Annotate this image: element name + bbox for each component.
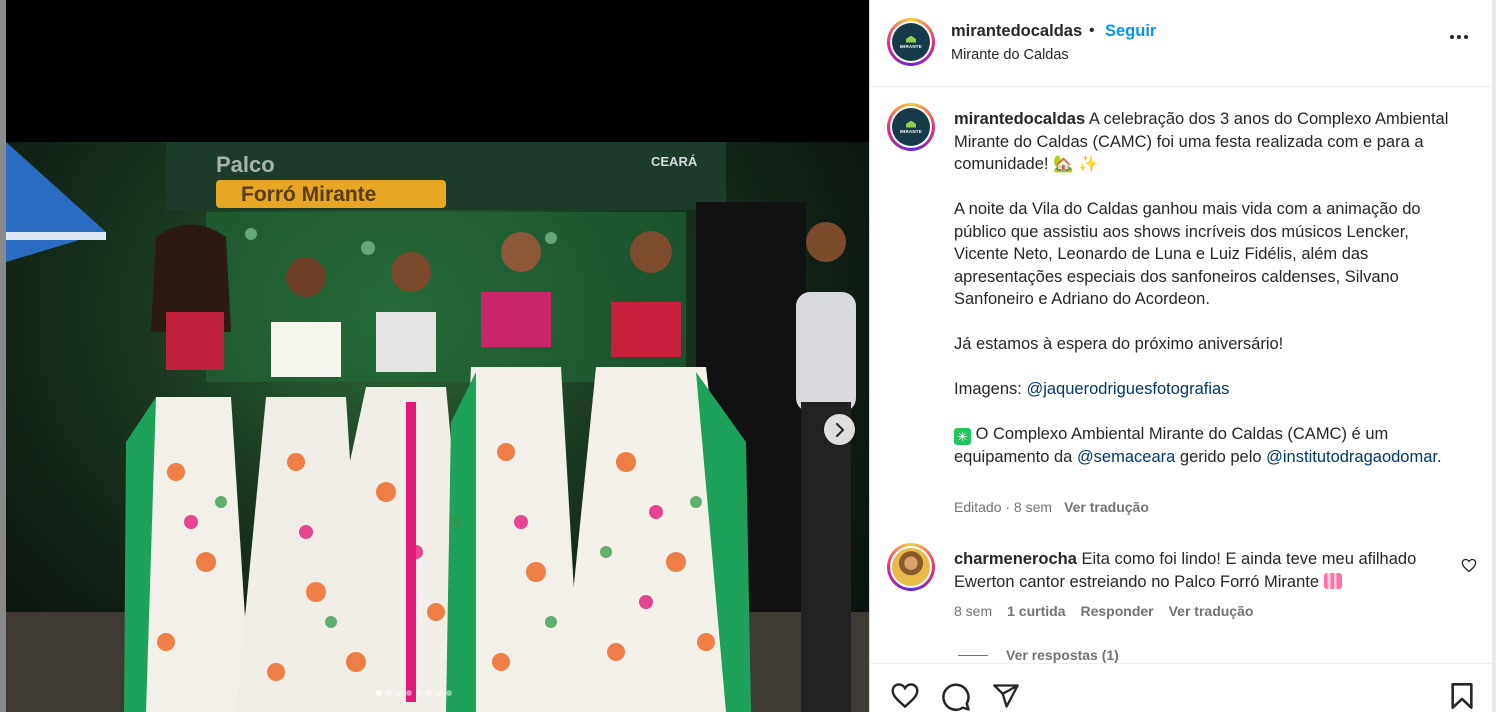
caption-author-avatar[interactable]: MIRANTE [887,103,935,151]
comment-reply-button[interactable]: Responder [1080,603,1153,619]
commenter-avatar[interactable] [887,543,935,591]
post-media: Palco Forró Mirante CEARÁ [0,0,869,712]
comment-time: 8 sem [954,603,993,619]
mention-institute[interactable]: @institutodragaodomar [1266,448,1437,466]
more-options-button[interactable] [1450,35,1468,39]
author-avatar[interactable]: MIRANTE [887,18,935,66]
save-button[interactable] [1450,682,1474,712]
mention-photographer[interactable]: @jaquerodriguesfotografias [1026,380,1229,398]
carousel-dot [406,690,412,696]
carousel-next-button[interactable] [824,414,855,445]
share-button[interactable] [992,682,1020,712]
window-scrollbar[interactable] [1492,0,1496,712]
caption-paragraph-1: mirantedocaldas A celebração dos 3 anos … [954,110,1449,173]
caption-translate-link[interactable]: Ver tradução [1064,499,1149,515]
follow-button[interactable]: Seguir [1105,22,1156,41]
paper-plane-icon [993,684,1019,708]
commenter-username[interactable]: charmenerocha [954,550,1077,568]
carousel-dot [396,690,402,696]
caption-paragraph-2: A noite da Vila do Caldas ganhou mais vi… [954,200,1421,308]
caption-username[interactable]: mirantedocaldas [954,110,1085,128]
photo-illustration: Palco Forró Mirante CEARÁ [6,142,869,712]
comment-translate-link[interactable]: Ver tradução [1169,603,1254,619]
stage-sign-partner: CEARÁ [651,154,698,169]
separator-dot: • [1089,22,1095,39]
view-replies-button[interactable]: Ver respostas (1) [958,647,1119,663]
comment-bubble-icon [942,683,970,711]
mention-semace[interactable]: @semaceara [1077,448,1175,466]
replies-divider [958,654,988,656]
avatar-brand: MIRANTE [900,43,922,49]
like-button[interactable] [890,682,920,712]
author-username[interactable]: mirantedocaldas [951,22,1082,41]
caption-paragraph-5: ✳ O Complexo Ambiental Mirante do Caldas… [954,425,1442,466]
carousel-dot [416,690,422,696]
more-dots-icon [1450,35,1454,39]
comment-body: charmenerocha Eita como foi lindo! E ain… [954,550,1417,591]
post-header: MIRANTE mirantedocaldas • Seguir Mirante… [870,0,1493,87]
comment-button[interactable] [941,682,971,712]
heart-icon [891,683,919,709]
chevron-right-icon [835,422,844,437]
carousel-dot [386,690,392,696]
carousel-dots [376,690,452,696]
post-photo[interactable]: Palco Forró Mirante CEARÁ [6,142,869,712]
carousel-dot [446,690,452,696]
comment-like-button[interactable] [1461,558,1477,578]
heart-icon [1461,558,1477,573]
caption-meta: Editado · 8 sem Ver tradução [954,499,1149,515]
post-details-panel: MIRANTE mirantedocaldas • Seguir Mirante… [869,0,1496,712]
sparkle-icon: ✳ [954,428,971,445]
carousel-dot [426,690,432,696]
carousel-dot [436,690,442,696]
accordion-emoji-icon [1323,572,1342,589]
post-actions-bar [870,663,1493,712]
caption-paragraph-3: Já estamos à espera do próximo aniversár… [954,335,1284,353]
comments-section[interactable]: MIRANTE mirantedocaldas A celebração dos… [870,88,1493,663]
caption-body: mirantedocaldas A celebração dos 3 anos … [954,108,1454,468]
bookmark-icon [1451,683,1473,709]
caption-paragraph-4: Imagens: @jaquerodriguesfotografias [954,380,1230,398]
caption-edited-time: Editado · 8 sem [954,499,1053,515]
carousel-dot [376,690,382,696]
house-logo-icon [906,120,916,128]
stage-sign-title: Palco [216,152,275,177]
comment-meta: 8 sem 1 curtida Responder Ver tradução [954,603,1253,619]
house-logo-icon [906,35,916,43]
comment-likes[interactable]: 1 curtida [1007,603,1065,619]
stage-sign-subtitle: Forró Mirante [241,183,376,206]
author-location[interactable]: Mirante do Caldas [951,47,1069,63]
